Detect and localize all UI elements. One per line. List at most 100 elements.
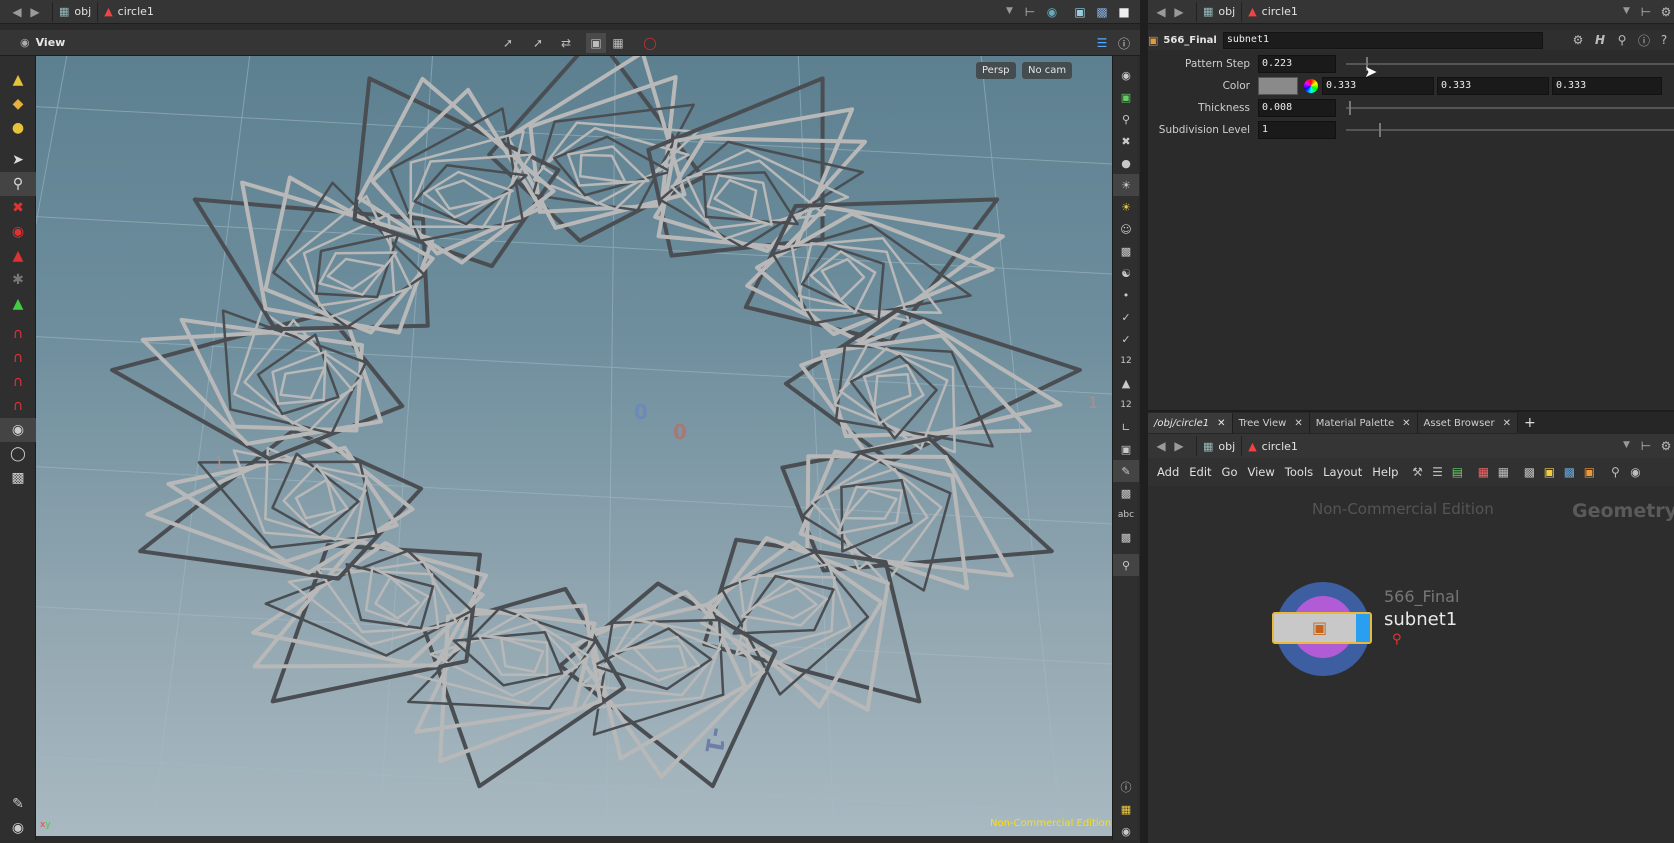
lock-icon[interactable]: ⚲ (0, 172, 36, 196)
prim-display-icon[interactable]: ▲ (1113, 372, 1139, 394)
sticky-note-icon[interactable]: ▣ (1539, 462, 1559, 482)
subnet-node[interactable]: ▣ (1272, 582, 1376, 686)
text-display-icon[interactable]: abc (1113, 504, 1139, 526)
render-region-icon[interactable]: ✎ (0, 792, 36, 816)
tab-close-icon[interactable]: ✕ (1402, 418, 1410, 429)
menu-help[interactable]: Help (1367, 465, 1403, 479)
spiral-petal[interactable] (646, 76, 867, 258)
image-icon[interactable]: ▩ (1559, 462, 1579, 482)
help-icon[interactable]: ⓘ (1114, 33, 1134, 53)
ghost-icon[interactable]: ☺ (1113, 218, 1139, 240)
menu-edit[interactable]: Edit (1184, 465, 1216, 479)
ortho-icon[interactable]: ▣ (1113, 86, 1139, 108)
param-forward-arrow-icon[interactable]: ▶ (1170, 3, 1188, 21)
flipbook-icon[interactable]: ▩ (0, 466, 36, 490)
handle-tool-icon[interactable]: ◆ (0, 92, 36, 116)
param-pin-icon[interactable]: ⊢ (1636, 2, 1656, 22)
viewer-state-icon[interactable]: ◉ (0, 816, 36, 840)
rig-tool-icon[interactable]: ▲ (0, 244, 36, 268)
path-network-crumb[interactable]: ▦ obj (52, 1, 97, 22)
list-icon[interactable]: ▤ (1447, 462, 1467, 482)
display-cube-icon[interactable]: ▣ (1070, 2, 1090, 22)
subdivision-slider[interactable] (1346, 123, 1674, 137)
spiral-petal[interactable] (780, 436, 1054, 592)
scene-viewport[interactable]: 0 0 -1 1 1 xy (36, 56, 1112, 836)
color-swatch[interactable] (1258, 77, 1298, 95)
quad-view-icon[interactable]: ▦ (1113, 798, 1139, 820)
point-display-icon[interactable]: • (1113, 284, 1139, 306)
param-settings-icon[interactable]: ⚙ (1568, 30, 1588, 50)
network-path-dropdown[interactable]: ▼ (1623, 440, 1630, 450)
no-cam-button[interactable]: No cam (1022, 62, 1073, 79)
select-icon[interactable]: ➤ (0, 148, 36, 172)
magnet-large-icon[interactable]: ∩ (0, 394, 36, 418)
color-g-field[interactable]: 0.333 (1437, 77, 1549, 95)
eye-icon[interactable]: ◉ (1113, 820, 1139, 842)
pattern-step-field[interactable]: 0.223 (1258, 55, 1336, 73)
snapshot-icon[interactable]: ▩ (1113, 240, 1139, 262)
thickness-slider[interactable] (1346, 101, 1674, 115)
tab-close-icon[interactable]: ✕ (1294, 418, 1302, 429)
maximize-icon[interactable]: ■ (1114, 2, 1134, 22)
tab-close-icon[interactable]: ✕ (1217, 418, 1225, 429)
network-pin-icon[interactable]: ⊢ (1636, 436, 1656, 456)
spiral-petal[interactable] (192, 175, 435, 335)
wrench-icon[interactable]: ⚒ (1407, 462, 1427, 482)
tab-asset-browser[interactable]: Asset Browser ✕ (1417, 413, 1518, 433)
menu-view[interactable]: View (1243, 465, 1280, 479)
thickness-field[interactable]: 0.008 (1258, 99, 1336, 117)
back-arrow-icon[interactable]: ◀ (8, 3, 26, 21)
subnet-icon[interactable]: ▣ (1579, 462, 1599, 482)
network-search-icon[interactable]: ⚲ (1605, 462, 1625, 482)
viewport-settings-icon[interactable]: ☰ (1092, 33, 1112, 53)
param-back-arrow-icon[interactable]: ◀ (1152, 3, 1170, 21)
menu-tools[interactable]: Tools (1280, 465, 1318, 479)
point-numbers-icon[interactable]: 12 (1113, 350, 1139, 372)
network-eye-icon[interactable]: ◉ (1625, 462, 1645, 482)
null-tool-icon[interactable]: ✱ (0, 268, 36, 292)
target-icon[interactable]: ◉ (1042, 2, 1062, 22)
tab-tree-view[interactable]: Tree View ✕ (1232, 413, 1310, 433)
tab-material-palette[interactable]: Material Palette ✕ (1309, 413, 1418, 433)
node-display-flag[interactable] (1356, 614, 1370, 642)
menu-go[interactable]: Go (1217, 465, 1243, 479)
network-editor[interactable]: Non-Commercial Edition Geometry ▣ 566_Fi… (1148, 488, 1674, 843)
select-mode-icon[interactable]: ➚ (498, 33, 518, 53)
hda-icon[interactable]: H (1590, 30, 1610, 50)
tab-close-icon[interactable]: ✕ (1503, 418, 1511, 429)
network-gear-icon[interactable]: ⚙ (1656, 436, 1674, 456)
vertex-display-icon[interactable]: ✓ (1113, 328, 1139, 350)
param-node-crumb[interactable]: ▲ circle1 (1241, 1, 1304, 22)
grid-icon[interactable]: ▦ (1473, 462, 1493, 482)
persp-camera-button[interactable]: Persp (976, 62, 1016, 79)
brush-icon[interactable]: ✎ (1113, 460, 1139, 482)
path-node-crumb[interactable]: ▲ circle1 (97, 1, 160, 22)
hide-icon[interactable]: ✖ (1113, 130, 1139, 152)
subdivision-field[interactable]: 1 (1258, 121, 1336, 139)
shading-icon[interactable]: ● (1113, 152, 1139, 174)
network-obj-crumb[interactable]: ▦ obj (1196, 436, 1241, 456)
light-icon[interactable]: ☀ (1113, 174, 1139, 196)
network-back-arrow-icon[interactable]: ◀ (1152, 437, 1170, 455)
view-menu-icon[interactable]: ◉ (20, 36, 30, 49)
param-info-icon[interactable]: ⓘ (1634, 30, 1654, 50)
forward-arrow-icon[interactable]: ▶ (26, 3, 44, 21)
network-box-icon[interactable]: ▩ (1519, 462, 1539, 482)
node-body[interactable]: ▣ (1272, 612, 1372, 644)
layout-icon[interactable]: ▦ (608, 33, 628, 53)
edge-display-icon[interactable]: ∟ (1113, 416, 1139, 438)
tree-icon[interactable]: ☰ (1427, 462, 1447, 482)
param-path-dropdown[interactable]: ▼ (1623, 6, 1630, 16)
camera-view-icon[interactable]: ◉ (1113, 64, 1139, 86)
color-r-field[interactable]: 0.333 (1322, 77, 1434, 95)
color-wheel-icon[interactable] (1304, 79, 1318, 93)
menu-layout[interactable]: Layout (1318, 465, 1367, 479)
path-dropdown[interactable]: ▼ (1006, 6, 1013, 16)
menu-add[interactable]: Add (1152, 465, 1184, 479)
network-node-crumb[interactable]: ▲ circle1 (1241, 436, 1304, 456)
view-title[interactable]: View (36, 36, 66, 49)
viewport-scene[interactable]: 0 0 -1 1 1 (36, 56, 1112, 836)
thumbnail-icon[interactable]: ▦ (1493, 462, 1513, 482)
tab-network[interactable]: /obj/circle1 ✕ (1148, 413, 1233, 433)
spiral-petal[interactable] (110, 309, 405, 461)
